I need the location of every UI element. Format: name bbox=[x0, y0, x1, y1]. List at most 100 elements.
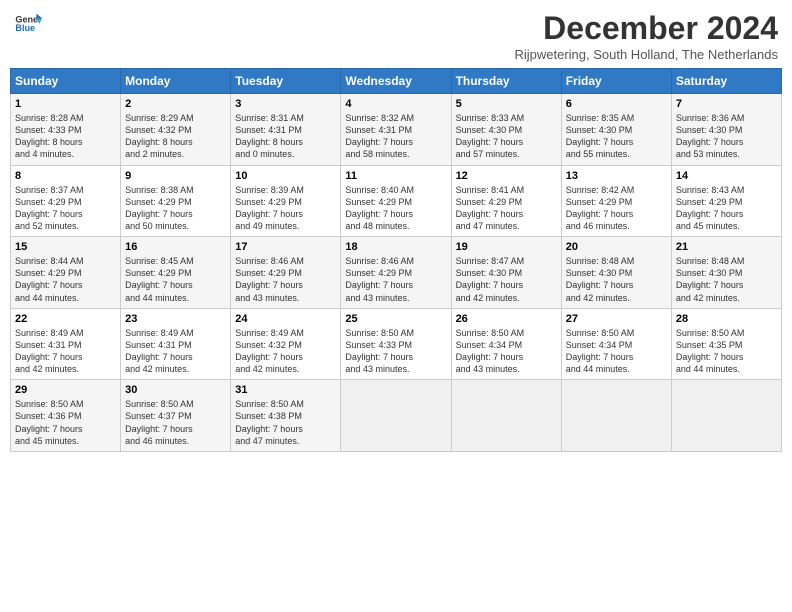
calendar-cell: 8 Sunrise: 8:37 AMSunset: 4:29 PMDaylight… bbox=[11, 165, 121, 237]
day-info: Sunrise: 8:37 AMSunset: 4:29 PMDaylight:… bbox=[15, 184, 116, 233]
calendar-cell: 3 Sunrise: 8:31 AMSunset: 4:31 PMDaylight… bbox=[231, 94, 341, 166]
col-header-thursday: Thursday bbox=[451, 69, 561, 94]
day-info: Sunrise: 8:43 AMSunset: 4:29 PMDaylight:… bbox=[676, 184, 777, 233]
col-header-friday: Friday bbox=[561, 69, 671, 94]
location: Rijpwetering, South Holland, The Netherl… bbox=[514, 47, 778, 62]
day-number: 14 bbox=[676, 170, 777, 182]
day-info: Sunrise: 8:28 AMSunset: 4:33 PMDaylight:… bbox=[15, 112, 116, 161]
day-number: 11 bbox=[345, 170, 446, 182]
calendar-cell: 26Sunrise: 8:50 AMSunset: 4:34 PMDayligh… bbox=[451, 308, 561, 380]
calendar-cell: 10 Sunrise: 8:39 AMSunset: 4:29 PMDayligh… bbox=[231, 165, 341, 237]
day-info: Sunrise: 8:40 AMSunset: 4:29 PMDaylight:… bbox=[345, 184, 446, 233]
day-number: 30 bbox=[125, 384, 226, 396]
day-info: Sunrise: 8:39 AMSunset: 4:29 PMDaylight:… bbox=[235, 184, 336, 233]
calendar-cell: 25 Sunrise: 8:50 AMSunset: 4:33 PMDayligh… bbox=[341, 308, 451, 380]
day-info: Sunrise: 8:49 AMSunset: 4:31 PMDaylight:… bbox=[15, 327, 116, 376]
day-info: Sunrise: 8:47 AMSunset: 4:30 PMDaylight:… bbox=[456, 255, 557, 304]
calendar-cell: 18 Sunrise: 8:46 AMSunset: 4:29 PMDayligh… bbox=[341, 237, 451, 309]
calendar-cell: 6 Sunrise: 8:35 AMSunset: 4:30 PMDaylight… bbox=[561, 94, 671, 166]
day-number: 9 bbox=[125, 170, 226, 182]
day-number: 25 bbox=[345, 313, 446, 325]
logo-icon: General Blue bbox=[14, 10, 42, 38]
day-number: 27 bbox=[566, 313, 667, 325]
day-info: Sunrise: 8:31 AMSunset: 4:31 PMDaylight:… bbox=[235, 112, 336, 161]
title-block: December 2024 Rijpwetering, South Hollan… bbox=[514, 10, 778, 62]
page-header: General Blue December 2024 Rijpwetering,… bbox=[10, 10, 782, 62]
calendar-cell: 13Sunrise: 8:42 AMSunset: 4:29 PMDayligh… bbox=[561, 165, 671, 237]
calendar-cell: 19 Sunrise: 8:47 AMSunset: 4:30 PMDayligh… bbox=[451, 237, 561, 309]
calendar-cell: 20 Sunrise: 8:48 AMSunset: 4:30 PMDayligh… bbox=[561, 237, 671, 309]
calendar-cell bbox=[341, 380, 451, 452]
day-number: 29 bbox=[15, 384, 116, 396]
calendar-cell: 31Sunrise: 8:50 AMSunset: 4:38 PMDayligh… bbox=[231, 380, 341, 452]
calendar-cell bbox=[671, 380, 781, 452]
day-number: 24 bbox=[235, 313, 336, 325]
day-number: 19 bbox=[456, 241, 557, 253]
calendar-cell: 15Sunrise: 8:44 AMSunset: 4:29 PMDayligh… bbox=[11, 237, 121, 309]
day-info: Sunrise: 8:32 AMSunset: 4:31 PMDaylight:… bbox=[345, 112, 446, 161]
month-title: December 2024 bbox=[514, 10, 778, 47]
day-info: Sunrise: 8:50 AMSunset: 4:34 PMDaylight:… bbox=[566, 327, 667, 376]
day-info: Sunrise: 8:44 AMSunset: 4:29 PMDaylight:… bbox=[15, 255, 116, 304]
day-info: Sunrise: 8:50 AMSunset: 4:36 PMDaylight:… bbox=[15, 398, 116, 447]
day-info: Sunrise: 8:49 AMSunset: 4:32 PMDaylight:… bbox=[235, 327, 336, 376]
day-number: 12 bbox=[456, 170, 557, 182]
day-number: 23 bbox=[125, 313, 226, 325]
col-header-sunday: Sunday bbox=[11, 69, 121, 94]
day-number: 31 bbox=[235, 384, 336, 396]
day-info: Sunrise: 8:48 AMSunset: 4:30 PMDaylight:… bbox=[566, 255, 667, 304]
calendar-cell bbox=[561, 380, 671, 452]
calendar-cell: 30Sunrise: 8:50 AMSunset: 4:37 PMDayligh… bbox=[121, 380, 231, 452]
day-info: Sunrise: 8:49 AMSunset: 4:31 PMDaylight:… bbox=[125, 327, 226, 376]
calendar-cell: 17 Sunrise: 8:46 AMSunset: 4:29 PMDayligh… bbox=[231, 237, 341, 309]
calendar-cell: 2 Sunrise: 8:29 AMSunset: 4:32 PMDaylight… bbox=[121, 94, 231, 166]
calendar-cell: 11 Sunrise: 8:40 AMSunset: 4:29 PMDayligh… bbox=[341, 165, 451, 237]
day-number: 4 bbox=[345, 98, 446, 110]
calendar-table: SundayMondayTuesdayWednesdayThursdayFrid… bbox=[10, 68, 782, 452]
day-info: Sunrise: 8:46 AMSunset: 4:29 PMDaylight:… bbox=[345, 255, 446, 304]
calendar-cell: 9 Sunrise: 8:38 AMSunset: 4:29 PMDaylight… bbox=[121, 165, 231, 237]
day-info: Sunrise: 8:48 AMSunset: 4:30 PMDaylight:… bbox=[676, 255, 777, 304]
day-info: Sunrise: 8:38 AMSunset: 4:29 PMDaylight:… bbox=[125, 184, 226, 233]
calendar-cell: 16 Sunrise: 8:45 AMSunset: 4:29 PMDayligh… bbox=[121, 237, 231, 309]
day-info: Sunrise: 8:50 AMSunset: 4:35 PMDaylight:… bbox=[676, 327, 777, 376]
day-number: 3 bbox=[235, 98, 336, 110]
day-info: Sunrise: 8:29 AMSunset: 4:32 PMDaylight:… bbox=[125, 112, 226, 161]
day-number: 18 bbox=[345, 241, 446, 253]
day-info: Sunrise: 8:35 AMSunset: 4:30 PMDaylight:… bbox=[566, 112, 667, 161]
day-number: 28 bbox=[676, 313, 777, 325]
day-info: Sunrise: 8:41 AMSunset: 4:29 PMDaylight:… bbox=[456, 184, 557, 233]
day-number: 5 bbox=[456, 98, 557, 110]
day-number: 22 bbox=[15, 313, 116, 325]
day-number: 16 bbox=[125, 241, 226, 253]
day-number: 17 bbox=[235, 241, 336, 253]
calendar-cell: 29 Sunrise: 8:50 AMSunset: 4:36 PMDayligh… bbox=[11, 380, 121, 452]
day-number: 2 bbox=[125, 98, 226, 110]
day-info: Sunrise: 8:46 AMSunset: 4:29 PMDaylight:… bbox=[235, 255, 336, 304]
day-number: 10 bbox=[235, 170, 336, 182]
col-header-monday: Monday bbox=[121, 69, 231, 94]
calendar-cell bbox=[451, 380, 561, 452]
calendar-cell: 14 Sunrise: 8:43 AMSunset: 4:29 PMDayligh… bbox=[671, 165, 781, 237]
logo: General Blue bbox=[14, 10, 42, 38]
day-number: 13 bbox=[566, 170, 667, 182]
calendar-cell: 1Sunrise: 8:28 AMSunset: 4:33 PMDaylight… bbox=[11, 94, 121, 166]
calendar-cell: 27 Sunrise: 8:50 AMSunset: 4:34 PMDayligh… bbox=[561, 308, 671, 380]
day-number: 6 bbox=[566, 98, 667, 110]
col-header-saturday: Saturday bbox=[671, 69, 781, 94]
col-header-tuesday: Tuesday bbox=[231, 69, 341, 94]
calendar-cell: 12 Sunrise: 8:41 AMSunset: 4:29 PMDayligh… bbox=[451, 165, 561, 237]
calendar-cell: 23 Sunrise: 8:49 AMSunset: 4:31 PMDayligh… bbox=[121, 308, 231, 380]
day-info: Sunrise: 8:33 AMSunset: 4:30 PMDaylight:… bbox=[456, 112, 557, 161]
calendar-cell: 21 Sunrise: 8:48 AMSunset: 4:30 PMDayligh… bbox=[671, 237, 781, 309]
day-number: 21 bbox=[676, 241, 777, 253]
day-number: 26 bbox=[456, 313, 557, 325]
day-info: Sunrise: 8:45 AMSunset: 4:29 PMDaylight:… bbox=[125, 255, 226, 304]
day-info: Sunrise: 8:50 AMSunset: 4:33 PMDaylight:… bbox=[345, 327, 446, 376]
calendar-cell: 24 Sunrise: 8:49 AMSunset: 4:32 PMDayligh… bbox=[231, 308, 341, 380]
calendar-cell: 28 Sunrise: 8:50 AMSunset: 4:35 PMDayligh… bbox=[671, 308, 781, 380]
day-number: 20 bbox=[566, 241, 667, 253]
day-number: 8 bbox=[15, 170, 116, 182]
calendar-cell: 7Sunrise: 8:36 AMSunset: 4:30 PMDaylight… bbox=[671, 94, 781, 166]
calendar-cell: 4 Sunrise: 8:32 AMSunset: 4:31 PMDaylight… bbox=[341, 94, 451, 166]
